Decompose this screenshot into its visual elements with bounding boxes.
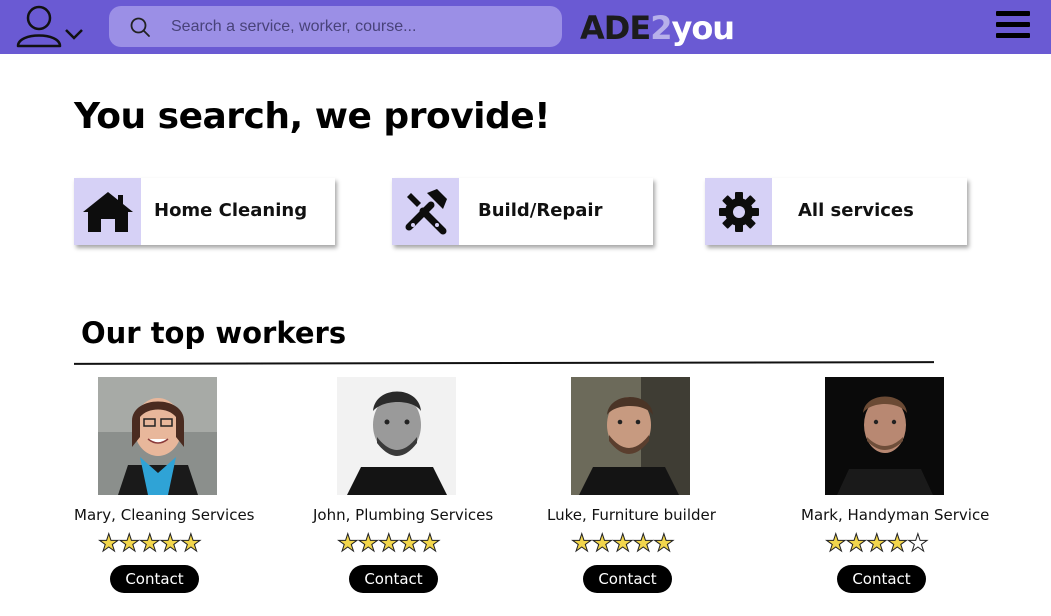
star-filled-icon: ★ bbox=[139, 530, 161, 557]
star-filled-icon: ★ bbox=[825, 530, 847, 557]
service-label: All services bbox=[798, 200, 914, 221]
star-filled-icon: ★ bbox=[378, 530, 400, 557]
logo-part-you: you bbox=[671, 9, 735, 47]
tools-icon bbox=[392, 178, 459, 245]
star-empty-icon: ★ bbox=[907, 530, 929, 557]
star-filled-icon: ★ bbox=[653, 530, 675, 557]
contact-button[interactable]: Contact bbox=[349, 565, 438, 593]
star-filled-icon: ★ bbox=[632, 530, 654, 557]
star-filled-icon: ★ bbox=[159, 530, 181, 557]
star-filled-icon: ★ bbox=[591, 530, 613, 557]
top-nav-bar: ADE2you bbox=[0, 0, 1051, 54]
home-icon bbox=[74, 178, 141, 245]
star-filled-icon: ★ bbox=[571, 530, 593, 557]
worker-name: John, Plumbing Services bbox=[313, 506, 494, 524]
gear-icon bbox=[705, 178, 772, 245]
site-logo[interactable]: ADE2you bbox=[580, 8, 735, 48]
user-account-button[interactable] bbox=[14, 4, 90, 50]
worker-name: Luke, Furniture builder bbox=[547, 506, 716, 524]
star-filled-icon: ★ bbox=[398, 530, 420, 557]
logo-part-ade: ADE bbox=[580, 9, 651, 47]
star-filled-icon: ★ bbox=[180, 530, 202, 557]
star-rating: ★★★★★ bbox=[98, 530, 203, 557]
star-filled-icon: ★ bbox=[337, 530, 359, 557]
worker-name: Mary, Cleaning Services bbox=[74, 506, 255, 524]
service-label: Home Cleaning bbox=[154, 200, 308, 221]
hamburger-menu-icon[interactable] bbox=[996, 11, 1030, 39]
worker-photo bbox=[825, 377, 944, 495]
search-input[interactable] bbox=[171, 6, 551, 47]
worker-photo bbox=[571, 377, 690, 495]
worker-name: Mark, Handyman Service bbox=[801, 506, 990, 524]
service-card-all-services[interactable]: All services bbox=[705, 178, 967, 245]
star-filled-icon: ★ bbox=[419, 530, 441, 557]
star-filled-icon: ★ bbox=[98, 530, 120, 557]
service-card-build-repair[interactable]: Build/Repair bbox=[392, 178, 653, 245]
contact-button[interactable]: Contact bbox=[110, 565, 199, 593]
worker-photo bbox=[337, 377, 456, 495]
star-rating: ★★★★★ bbox=[337, 530, 442, 557]
section-divider bbox=[74, 361, 934, 365]
logo-part-2: 2 bbox=[650, 9, 672, 47]
user-icon bbox=[16, 5, 83, 48]
service-label: Build/Repair bbox=[478, 200, 603, 221]
service-card-home-cleaning[interactable]: Home Cleaning bbox=[74, 178, 335, 245]
page-title: You search, we provide! bbox=[74, 96, 551, 137]
star-filled-icon: ★ bbox=[118, 530, 140, 557]
star-filled-icon: ★ bbox=[886, 530, 908, 557]
section-title: Our top workers bbox=[81, 316, 347, 350]
contact-button[interactable]: Contact bbox=[837, 565, 926, 593]
search-icon[interactable] bbox=[129, 16, 151, 38]
star-rating: ★★★★★ bbox=[825, 530, 930, 557]
star-filled-icon: ★ bbox=[845, 530, 867, 557]
search-bar bbox=[109, 6, 562, 47]
star-filled-icon: ★ bbox=[866, 530, 888, 557]
star-filled-icon: ★ bbox=[357, 530, 379, 557]
chevron-down-icon bbox=[65, 29, 83, 40]
contact-button[interactable]: Contact bbox=[583, 565, 672, 593]
star-filled-icon: ★ bbox=[612, 530, 634, 557]
worker-photo bbox=[98, 377, 217, 495]
star-rating: ★★★★★ bbox=[571, 530, 676, 557]
